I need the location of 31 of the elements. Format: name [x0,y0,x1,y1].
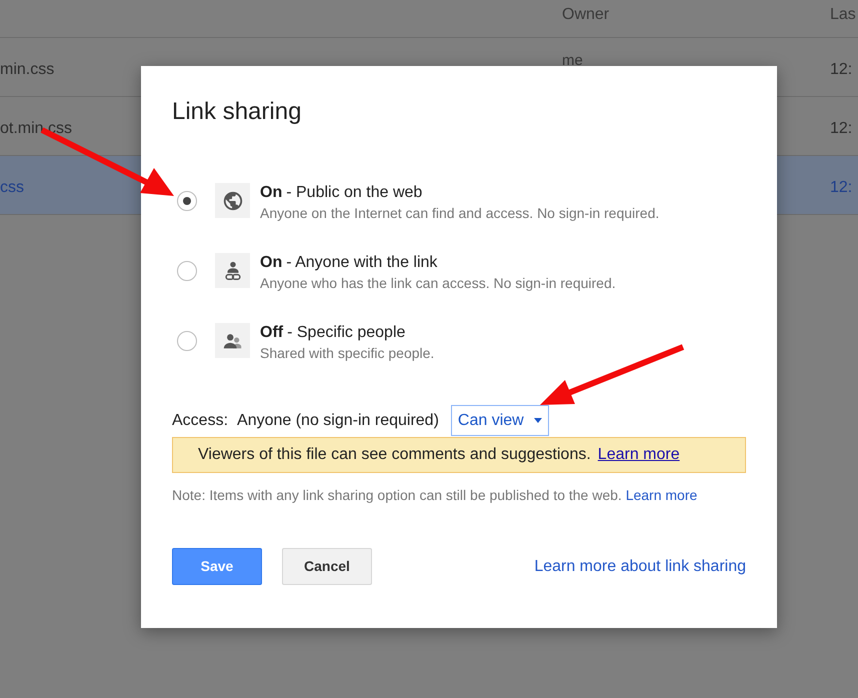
column-header: Owner [562,5,610,25]
option-description: Anyone on the Internet can find and access. No sign-in required. [260,204,660,223]
column-header: Las [830,5,856,25]
access-dropdown[interactable]: Can view [450,405,549,436]
caret-icon [534,418,542,423]
note-text: Note: Items with any link sharing option can still be published to the web. Learn more [172,486,698,505]
globe-icon [215,183,250,218]
learn-more-link[interactable]: Learn more [626,487,698,503]
radio-button[interactable] [177,331,197,351]
time-text: 12: [830,60,852,80]
option-label: Off - Specific people [260,323,406,343]
people-icon [215,323,250,358]
person-link-icon [215,253,250,288]
learn-more-link[interactable]: Learn more [598,443,680,467]
notice-text: Viewers of this file can see comments and suggestions. [198,445,591,465]
access-label: Access: [172,410,228,430]
time-text: 12: [830,119,852,139]
cancel-button[interactable]: Cancel [282,548,372,585]
option-description: Anyone who has the link can access. No sign-in required. [260,274,616,293]
dialog-title: Link sharing [172,97,302,127]
owner-text: me [562,51,583,71]
radio-button[interactable] [177,191,197,211]
option-description: Shared with specific people. [260,344,434,363]
option-label: On - Public on the web [260,183,424,203]
learn-more-link[interactable]: Learn more about link sharing [534,554,746,578]
file-name[interactable]: ot.min.css [0,117,72,141]
file-name[interactable]: min.css [0,58,54,82]
radio-button[interactable] [177,261,197,281]
access-value: Anyone (no sign-in required) [237,410,439,430]
option-label: On - Anyone with the link [260,253,438,273]
time-text: 12: [830,178,852,198]
